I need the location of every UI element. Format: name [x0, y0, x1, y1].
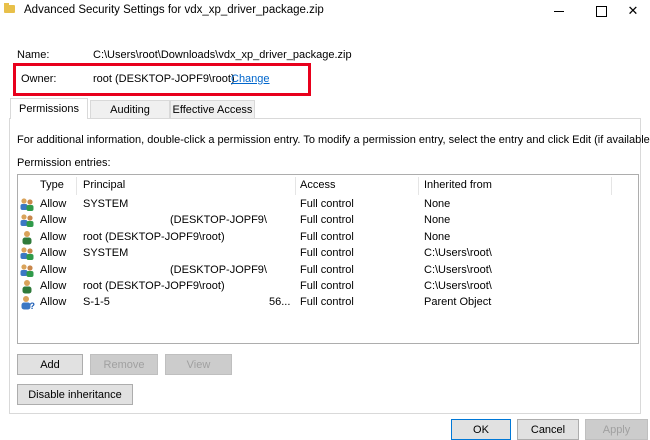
- close-icon: ✕: [627, 3, 639, 18]
- table-row[interactable]: Allow SYSTEM Full control C:\Users\root\: [18, 246, 638, 262]
- column-separator[interactable]: [295, 177, 296, 195]
- row-principal: SYSTEM: [83, 247, 129, 260]
- minimize-icon: [554, 10, 564, 12]
- minimize-button[interactable]: [536, 0, 582, 22]
- row-access: Full control: [300, 198, 354, 210]
- table-row[interactable]: ? Allow S-1-5 56... Full control Parent Objec…: [18, 295, 638, 311]
- row-access: Full control: [300, 230, 354, 243]
- column-header-inherited-from[interactable]: Inherited from: [424, 179, 492, 191]
- row-principal: S-1-5: [83, 296, 110, 309]
- row-principal: (DESKTOP-JOPF9\: [170, 214, 267, 227]
- title-bar[interactable]: Advanced Security Settings for vdx_xp_dr…: [0, 0, 650, 22]
- row-principal: root (DESKTOP-JOPF9\root): [83, 230, 225, 243]
- row-access: Full control: [300, 280, 354, 292]
- name-label: Name:: [17, 49, 50, 61]
- table-row[interactable]: Allow (DESKTOP-JOPF9\ Full control C:\Users…: [18, 263, 638, 279]
- remove-button[interactable]: Remove: [90, 354, 158, 375]
- row-access: Full control: [300, 247, 354, 260]
- maximize-icon: [595, 5, 607, 17]
- group-icon: [19, 263, 35, 278]
- owner-label: Owner:: [21, 73, 57, 85]
- tab-auditing[interactable]: Auditing: [90, 100, 170, 118]
- column-separator[interactable]: [418, 177, 419, 195]
- column-header-principal[interactable]: Principal: [83, 179, 125, 191]
- row-inherited-from: None: [424, 214, 451, 227]
- column-header-access[interactable]: Access: [300, 179, 335, 191]
- folder-icon: [4, 3, 15, 13]
- view-button[interactable]: View: [165, 354, 232, 375]
- cancel-button[interactable]: Cancel: [517, 419, 579, 440]
- table-row[interactable]: Allow (DESKTOP-JOPF9\ Full control None: [18, 213, 638, 229]
- row-type: Allow: [40, 198, 67, 210]
- group-icon: [19, 246, 35, 261]
- row-type: Allow: [40, 230, 67, 243]
- tab-effective-access[interactable]: Effective Access: [170, 100, 255, 118]
- change-owner-link[interactable]: Change: [231, 73, 270, 85]
- row-inherited-from: C:\Users\root\: [424, 263, 492, 276]
- unknown-user-icon: ?: [19, 295, 36, 311]
- group-icon: [19, 197, 35, 212]
- user-icon: [19, 279, 35, 294]
- row-type: Allow: [40, 214, 67, 227]
- row-inherited-from: None: [424, 230, 451, 243]
- row-access: Full control: [300, 214, 354, 227]
- row-type: Allow: [40, 296, 67, 309]
- row-inherited-from: None: [424, 198, 451, 210]
- row-type: Allow: [40, 263, 67, 276]
- window-title: Advanced Security Settings for vdx_xp_dr…: [24, 4, 324, 16]
- name-value: C:\Users\root\Downloads\vdx_xp_driver_pa…: [93, 49, 352, 61]
- row-principal: (DESKTOP-JOPF9\: [170, 263, 267, 276]
- apply-button[interactable]: Apply: [585, 419, 648, 440]
- permission-entries-label: Permission entries:: [17, 157, 111, 169]
- tab-permissions[interactable]: Permissions: [10, 98, 88, 119]
- table-row[interactable]: Allow SYSTEM Full control None: [18, 197, 638, 213]
- row-type: Allow: [40, 247, 67, 260]
- ok-button[interactable]: OK: [451, 419, 511, 440]
- row-inherited-from: Parent Object: [424, 296, 492, 309]
- row-inherited-from: C:\Users\root\: [424, 280, 492, 292]
- row-principal: SYSTEM: [83, 198, 129, 210]
- row-access: Full control: [300, 296, 354, 309]
- svg-text:?: ?: [30, 301, 36, 310]
- row-type: Allow: [40, 280, 67, 292]
- row-inherited-from: C:\Users\root\: [424, 247, 492, 260]
- column-separator[interactable]: [611, 177, 612, 195]
- row-principal: root (DESKTOP-JOPF9\root): [83, 280, 225, 292]
- disable-inheritance-button[interactable]: Disable inheritance: [17, 384, 133, 405]
- column-header-type[interactable]: Type: [40, 179, 64, 191]
- group-icon: [19, 213, 35, 228]
- column-separator[interactable]: [76, 177, 77, 195]
- row-principal-suffix: 56...: [269, 296, 291, 309]
- user-icon: [19, 230, 35, 245]
- table-row[interactable]: Allow root (DESKTOP-JOPF9\root) Full contr…: [18, 279, 638, 295]
- table-row[interactable]: Allow root (DESKTOP-JOPF9\root) Full contr…: [18, 230, 638, 246]
- owner-value: root (DESKTOP-JOPF9\root): [93, 73, 235, 85]
- info-text: For additional information, double-click…: [17, 134, 650, 146]
- add-button[interactable]: Add: [17, 354, 83, 375]
- row-access: Full control: [300, 263, 354, 276]
- close-button[interactable]: ✕: [616, 0, 650, 22]
